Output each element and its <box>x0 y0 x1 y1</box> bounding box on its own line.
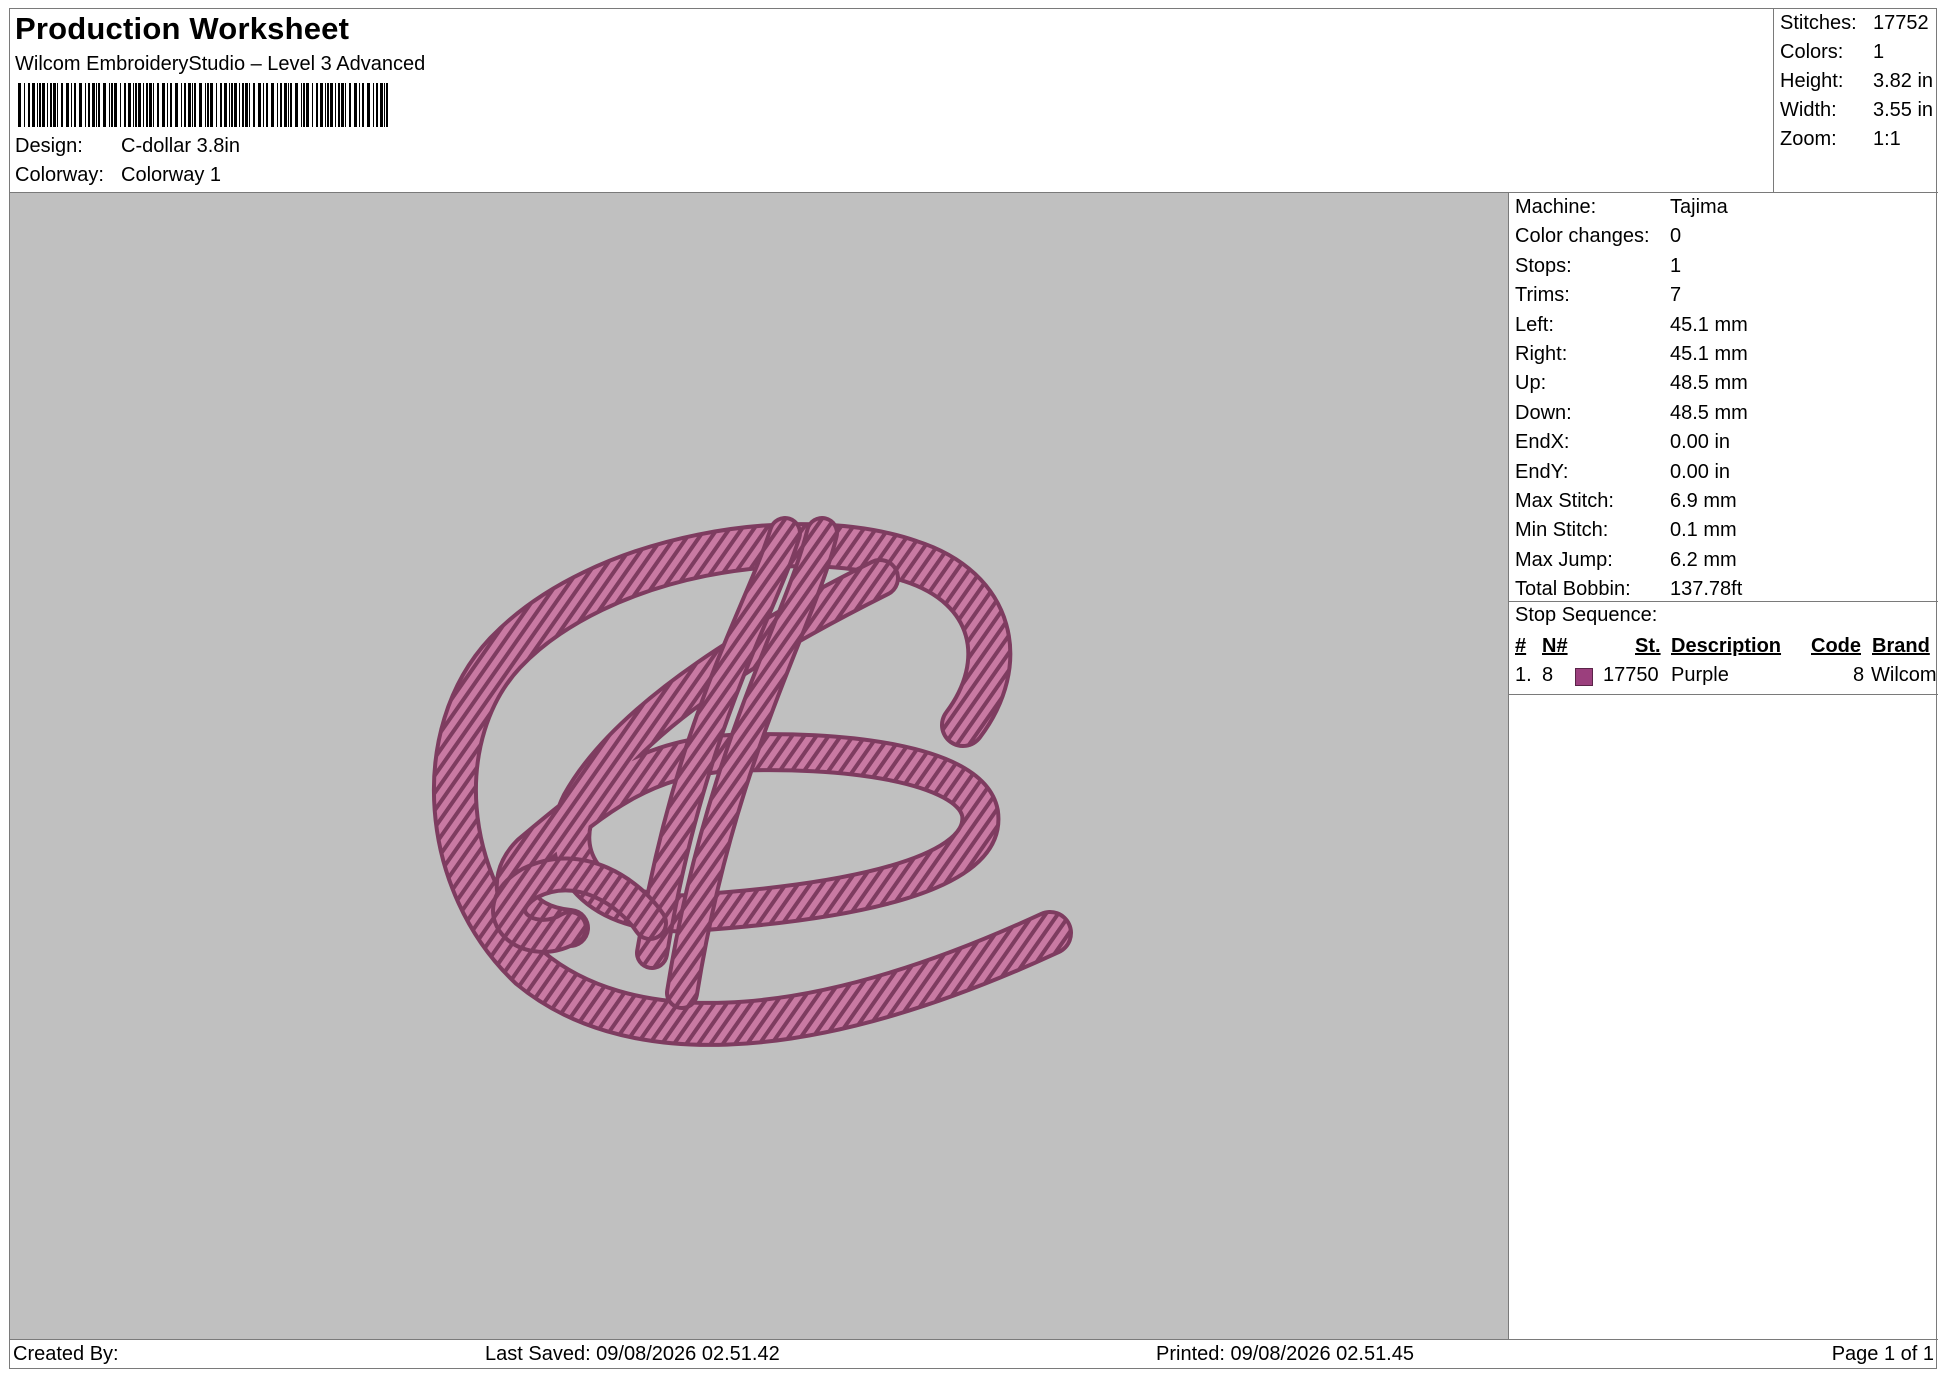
color-swatch <box>1575 668 1593 686</box>
col-header-num: # <box>1515 635 1527 657</box>
machine-info-label: Left: <box>1515 313 1554 336</box>
machine-info-label: Up: <box>1515 372 1547 395</box>
machine-info-row: Machine: Tajima <box>1515 196 1728 219</box>
machine-info-row: Left: 45.1 mm <box>1515 314 1748 337</box>
machine-info-row: Stops: 1 <box>1515 255 1681 278</box>
machine-info-label: Machine: <box>1515 196 1597 218</box>
production-worksheet: Production Worksheet Wilcom EmbroiderySt… <box>9 8 1938 1370</box>
machine-info-value: 6.9 mm <box>1670 490 1737 512</box>
colorway-row: Colorway: Colorway 1 <box>15 164 221 187</box>
row-needle: 8 <box>1542 664 1554 686</box>
machine-info-label: EndX: <box>1515 431 1570 454</box>
machine-info-row: Total Bobbin: 137.78ft <box>1515 578 1742 601</box>
col-header-brand: Brand <box>1872 635 1930 657</box>
embroidery-design-image <box>431 516 1073 1047</box>
col-header-needle: N# <box>1542 635 1568 657</box>
row-description: Purple <box>1671 664 1729 686</box>
stop-sequence-title: Stop Sequence: <box>1515 604 1658 626</box>
machine-info-value: 0 <box>1670 225 1682 248</box>
machine-info-label: Max Stitch: <box>1515 490 1614 512</box>
machine-info-label: Stops: <box>1515 254 1572 277</box>
design-value: C-dollar 3.8in <box>121 135 240 157</box>
machine-info-value: Tajima <box>1670 196 1728 218</box>
machine-info-value: 6.2 mm <box>1670 548 1737 571</box>
machine-info-value: 137.78ft <box>1670 578 1743 601</box>
design-label: Design: <box>15 135 83 157</box>
row-code: 8 <box>1853 664 1865 686</box>
machine-info-label: Trims: <box>1515 284 1570 307</box>
machine-info-label: EndY: <box>1515 460 1569 483</box>
stat-zoom: Zoom: 1:1 <box>1780 128 1901 150</box>
machine-info-row: Down: 48.5 mm <box>1515 402 1748 425</box>
machine-info-row: Max Stitch: 6.9 mm <box>1515 490 1737 513</box>
machine-info-label: Down: <box>1515 401 1572 424</box>
created-by: Created By: <box>13 1343 119 1365</box>
machine-info-row: Color changes: 0 <box>1515 225 1681 248</box>
software-name: Wilcom EmbroideryStudio – Level 3 Advanc… <box>15 53 426 75</box>
machine-info-row: Up: 48.5 mm <box>1515 372 1748 395</box>
stat-colors: Colors: 1 <box>1780 41 1885 63</box>
machine-info-row: EndX: 0.00 in <box>1515 431 1730 454</box>
machine-info-row: Right: 45.1 mm <box>1515 343 1748 366</box>
machine-info-value: 0.00 in <box>1670 460 1731 483</box>
page-title: Production Worksheet <box>15 11 350 46</box>
stat-height: Height: 3.82 in <box>1780 70 1934 92</box>
machine-info-label: Total Bobbin: <box>1515 578 1631 601</box>
machine-info-label: Right: <box>1515 343 1568 365</box>
row-brand: Wilcom <box>1871 664 1937 686</box>
design-stats: Stitches: 17752 Colors: 1 Height: 3.82 in W… <box>1774 9 1938 193</box>
divider <box>1509 694 1938 695</box>
machine-info-value: 0.1 mm <box>1670 519 1737 542</box>
machine-info-row: EndY: 0.00 in <box>1515 461 1730 484</box>
col-header-description: Description <box>1671 635 1782 657</box>
row-num: 1. <box>1515 664 1532 686</box>
machine-info-value: 7 <box>1670 284 1682 307</box>
machine-info-panel: Machine: Tajima Color changes: 0 Stops: 1 Trim… <box>1509 193 1938 1339</box>
worksheet-header: Production Worksheet Wilcom EmbroiderySt… <box>10 9 1774 193</box>
c-dollar-motif <box>431 516 1073 1047</box>
barcode <box>18 83 388 127</box>
stat-stitches: Stitches: 17752 <box>1780 12 1929 34</box>
col-header-stitches: St. <box>1635 635 1661 657</box>
worksheet-footer: Created By: Last Saved: 09/08/2026 02.51… <box>10 1339 1938 1370</box>
printed-date: Printed: 09/08/2026 02.51.45 <box>1156 1343 1414 1365</box>
machine-info-label: Color changes: <box>1515 225 1650 248</box>
machine-info-value: 1 <box>1670 254 1682 277</box>
colorway-label: Colorway: <box>15 164 104 186</box>
last-saved: Last Saved: 09/08/2026 02.51.42 <box>485 1343 780 1365</box>
machine-info-label: Max Jump: <box>1515 548 1613 571</box>
page-number: Page 1 of 1 <box>1831 1343 1934 1365</box>
design-preview[interactable] <box>10 193 1509 1339</box>
row-stitches: 17750 <box>1603 664 1659 686</box>
machine-info-value: 48.5 mm <box>1670 372 1748 395</box>
colorway-value: Colorway 1 <box>121 164 222 186</box>
machine-info-row: Max Jump: 6.2 mm <box>1515 549 1737 572</box>
divider <box>1509 601 1938 602</box>
machine-info-value: 45.1 mm <box>1670 343 1748 365</box>
col-header-code: Code <box>1811 635 1861 657</box>
machine-info-value: 45.1 mm <box>1670 313 1748 336</box>
machine-info-row: Min Stitch: 0.1 mm <box>1515 519 1737 542</box>
machine-info-value: 48.5 mm <box>1670 401 1748 424</box>
machine-info-row: Trims: 7 <box>1515 284 1681 307</box>
stat-width: Width: 3.55 in <box>1780 99 1934 121</box>
design-row: Design: C-dollar 3.8in <box>15 135 240 158</box>
machine-info-value: 0.00 in <box>1670 431 1731 454</box>
machine-info-label: Min Stitch: <box>1515 519 1609 542</box>
